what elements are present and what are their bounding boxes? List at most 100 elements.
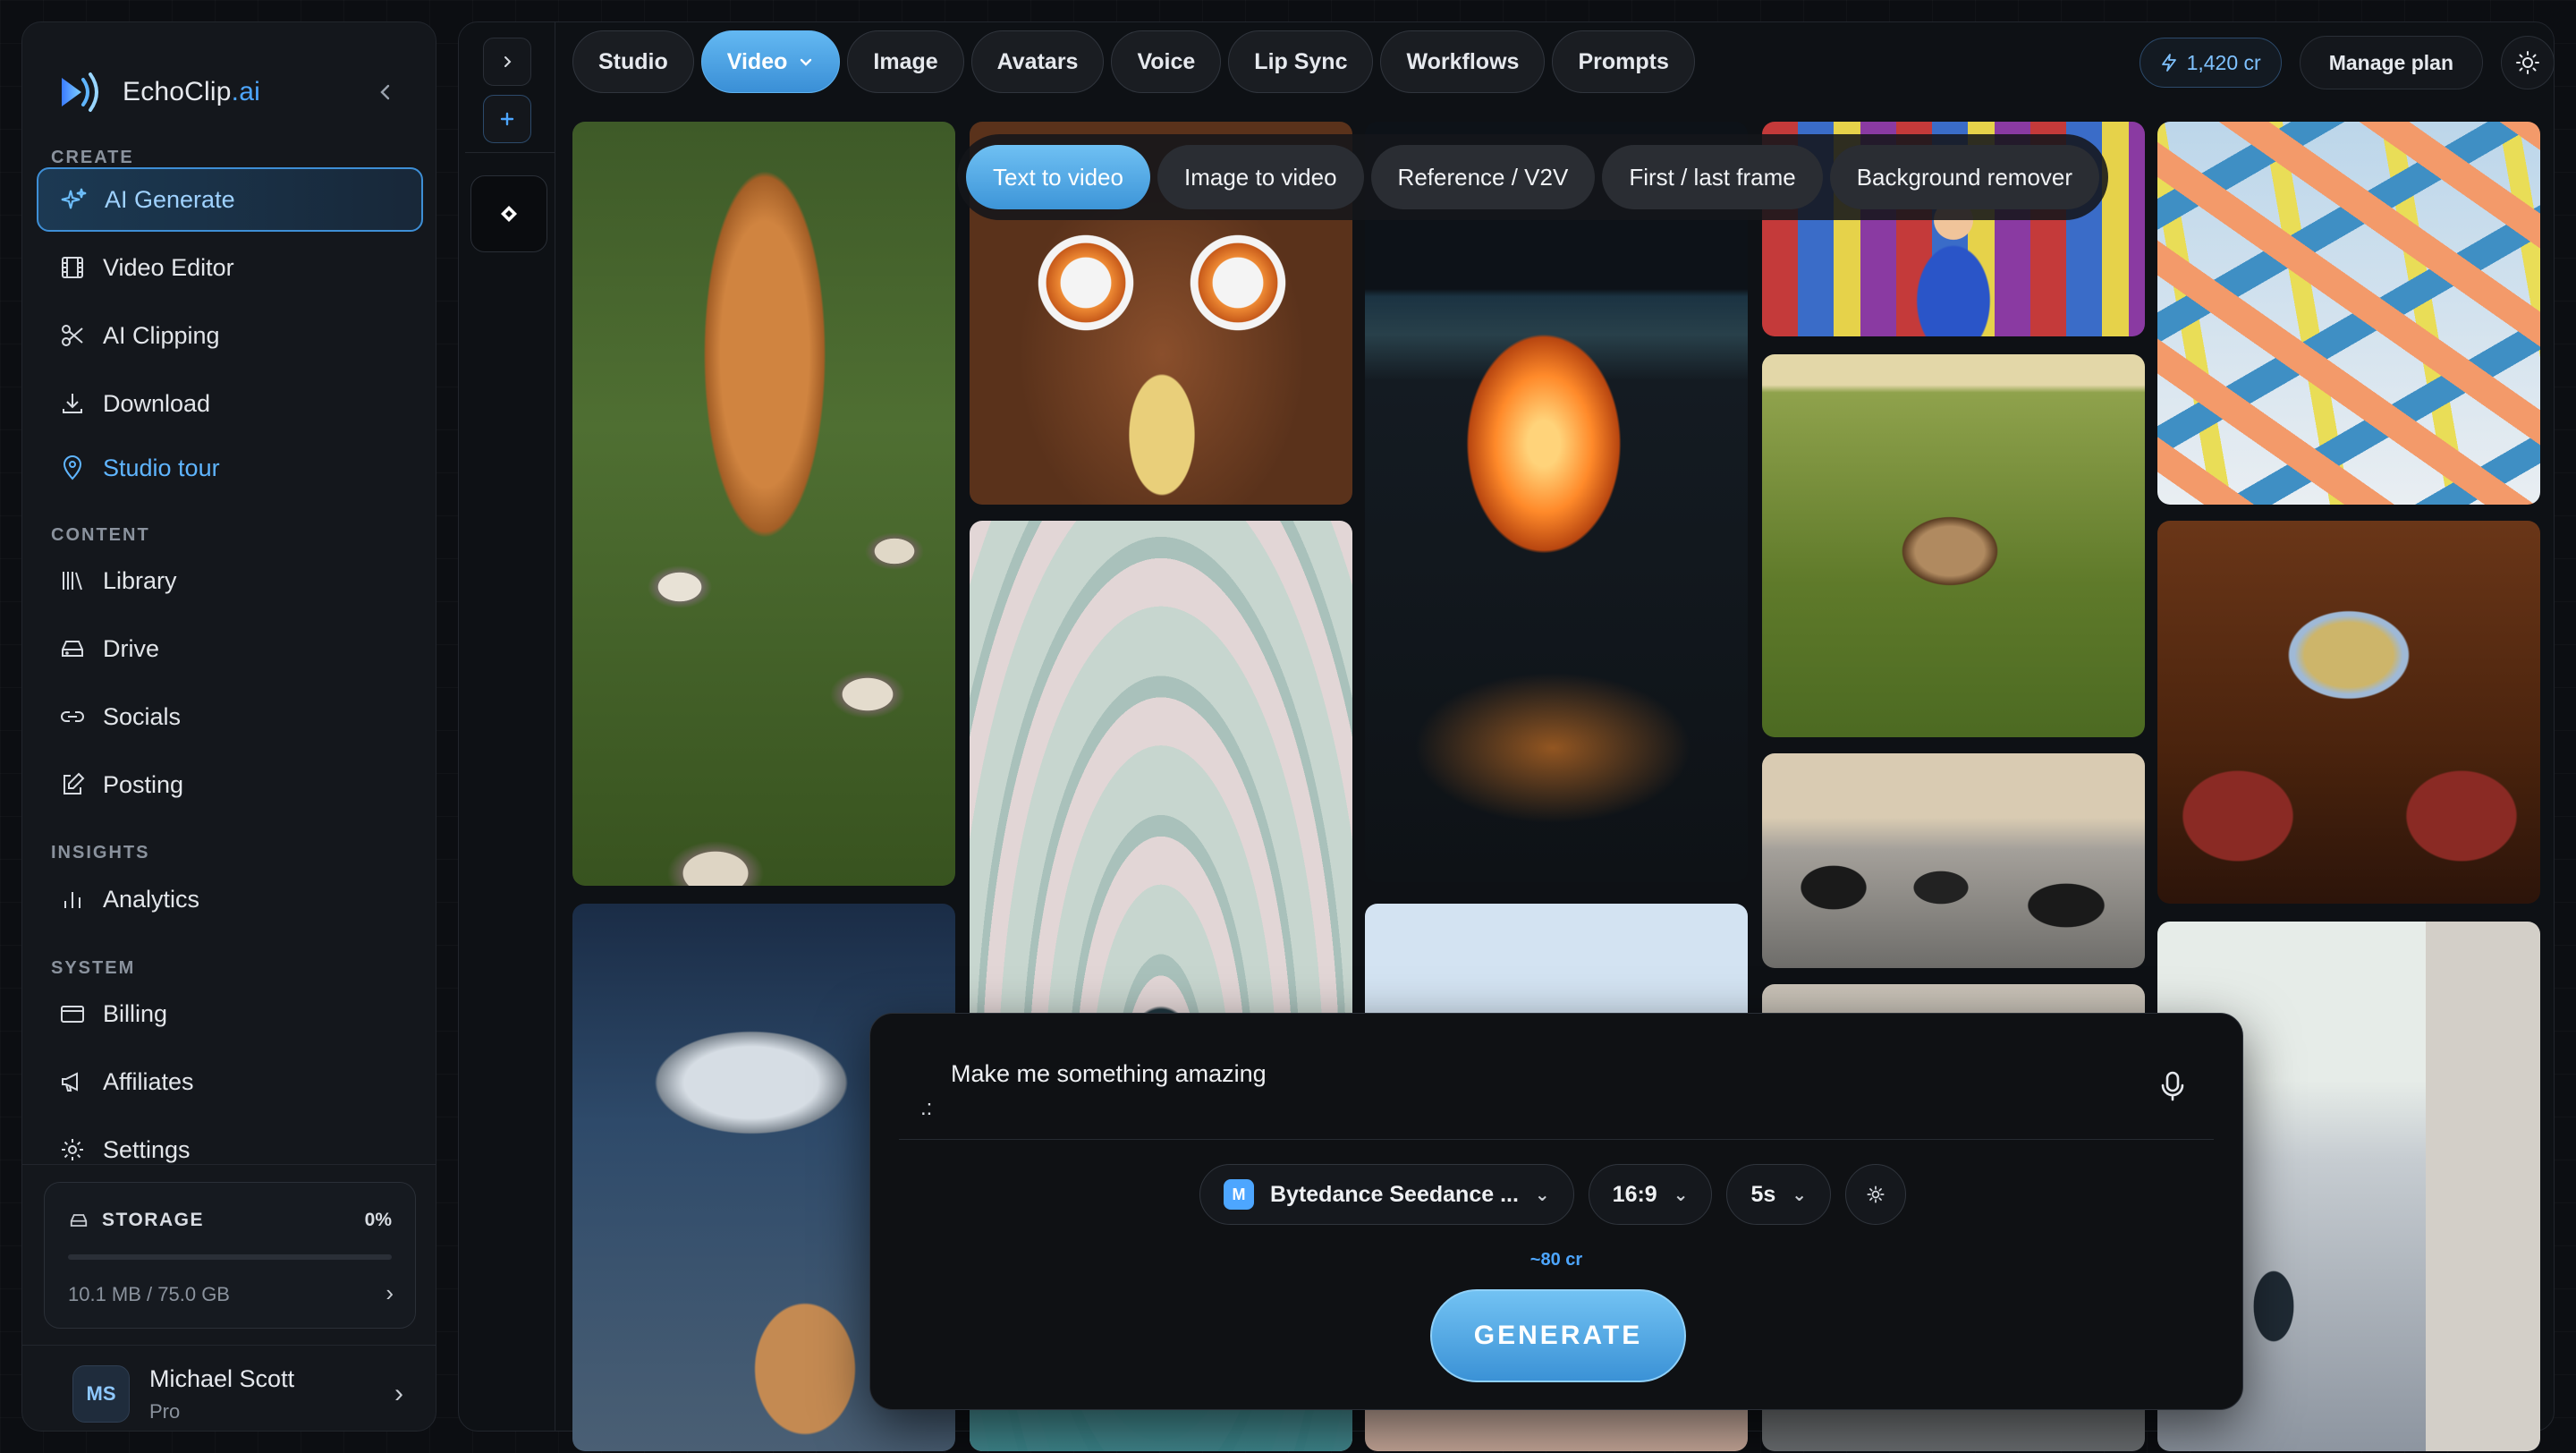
tab-avatars[interactable]: Avatars xyxy=(970,30,1105,93)
sidebar-item-billing[interactable]: Billing xyxy=(37,981,423,1046)
model-badge: M xyxy=(1224,1179,1254,1210)
sidebar-item-download[interactable]: Download xyxy=(37,371,423,436)
avatar: MS xyxy=(72,1365,130,1423)
bar-chart-icon xyxy=(64,892,80,908)
aspect-ratio-value: 16:9 xyxy=(1612,1181,1657,1207)
sidebar-item-label: Analytics xyxy=(103,885,200,913)
advanced-settings-button[interactable] xyxy=(1845,1164,1907,1225)
mode-text-to-video[interactable]: Text to video xyxy=(966,145,1150,209)
sidebar-item-library[interactable]: Library xyxy=(37,548,423,613)
sidebar-item-video-editor[interactable]: Video Editor xyxy=(37,235,423,300)
credits-badge[interactable]: 1,420 cr xyxy=(2139,38,2282,88)
credit-card-icon xyxy=(61,1006,84,1023)
sidebar-item-label: Video Editor xyxy=(103,253,234,281)
section-content: CONTENT xyxy=(51,525,150,545)
sidebar-item-socials[interactable]: Socials xyxy=(37,684,423,749)
tab-workflows[interactable]: Workflows xyxy=(1380,30,1546,93)
sidebar-item-studio-tour[interactable]: Studio tour xyxy=(37,436,423,500)
theme-toggle-button[interactable] xyxy=(2501,36,2555,89)
tab-label: Studio xyxy=(598,48,668,74)
chevron-down-icon: ⌄ xyxy=(1534,1185,1550,1205)
map-pin-icon xyxy=(63,455,82,480)
user-meta: Michael Scott Pro xyxy=(149,1365,294,1423)
divider xyxy=(22,1345,436,1346)
tab-label: Avatars xyxy=(996,48,1079,74)
generation-options: M Bytedance Seedance ... ⌄ 16:9 ⌄ 5s ⌄ xyxy=(1199,1164,1907,1225)
sidebar-item-affiliates[interactable]: Affiliates xyxy=(37,1049,423,1114)
sidebar-item-analytics[interactable]: Analytics xyxy=(37,867,423,931)
gallery-tile[interactable] xyxy=(572,122,955,886)
sidebar-item-label: Billing xyxy=(103,999,168,1027)
tab-prompts[interactable]: Prompts xyxy=(1552,30,1695,93)
prompt-panel: .: M Bytedance Seedance ... ⌄ 16:9 ⌄ 5s … xyxy=(869,1013,2243,1410)
tab-studio[interactable]: Studio xyxy=(572,30,694,93)
gallery-tile[interactable] xyxy=(2157,521,2540,904)
generation-cost: ~80 cr xyxy=(1530,1250,1583,1270)
gallery-tile[interactable] xyxy=(2157,122,2540,505)
storage-percent: 0% xyxy=(364,1210,392,1230)
tab-video[interactable]: Video xyxy=(700,30,841,93)
microphone-icon[interactable] xyxy=(2155,1067,2190,1103)
plus-icon xyxy=(500,112,514,126)
mode-first-last-frame[interactable]: First / last frame xyxy=(1602,145,1823,209)
tab-voice[interactable]: Voice xyxy=(1111,30,1222,93)
tab-label: Video xyxy=(726,48,788,74)
video-mode-tabs: Text to video Image to video Reference /… xyxy=(957,134,2109,220)
hard-drive-icon xyxy=(70,1214,88,1227)
new-project-button[interactable] xyxy=(483,95,531,143)
expand-panel-button[interactable] xyxy=(483,38,531,86)
rail-separator xyxy=(465,152,555,153)
user-plan: Pro xyxy=(149,1399,181,1423)
storage-card[interactable]: STORAGE 0% 10.1 MB / 75.0 GB › xyxy=(44,1182,416,1329)
storage-used: 10.1 MB / 75.0 GB xyxy=(68,1283,230,1305)
generate-button[interactable]: GENERATE xyxy=(1430,1289,1686,1382)
sidebar-item-label: Socials xyxy=(103,702,182,730)
resize-handle-icon[interactable]: .: xyxy=(920,1096,932,1121)
sidebar-item-drive[interactable]: Drive xyxy=(37,616,423,681)
mode-background-remover[interactable]: Background remover xyxy=(1829,145,2100,209)
model-select[interactable]: M Bytedance Seedance ... ⌄ xyxy=(1199,1164,1574,1225)
sidebar-item-ai-clipping[interactable]: AI Clipping xyxy=(37,303,423,368)
megaphone-icon xyxy=(62,1072,78,1092)
chevron-down-icon: ⌄ xyxy=(1673,1185,1689,1205)
gallery-tile[interactable] xyxy=(1365,122,1748,882)
mode-reference-v2v[interactable]: Reference / V2V xyxy=(1370,145,1596,209)
mode-image-to-video[interactable]: Image to video xyxy=(1157,145,1364,209)
sidebar-item-label: Posting xyxy=(103,770,184,798)
sidebar-item-posting[interactable]: Posting xyxy=(37,752,423,817)
sidebar-item-settings[interactable]: Settings xyxy=(37,1117,423,1182)
sparkles-icon xyxy=(61,188,87,209)
collapse-sidebar-icon[interactable] xyxy=(368,74,403,110)
aspect-ratio-select[interactable]: 16:9 ⌄ xyxy=(1588,1164,1713,1225)
gallery-tile[interactable] xyxy=(1762,753,2145,968)
tab-image[interactable]: Image xyxy=(847,30,964,93)
brand[interactable]: EchoClip.ai xyxy=(55,65,260,119)
library-icon xyxy=(63,572,82,591)
settings-sun-icon xyxy=(1867,1185,1885,1203)
gallery-tile[interactable] xyxy=(1762,354,2145,737)
link-icon xyxy=(61,711,84,722)
echoclip-logo-icon xyxy=(62,72,98,112)
user-name: Michael Scott xyxy=(149,1364,295,1392)
film-icon xyxy=(62,257,83,278)
chevron-right-icon[interactable]: › xyxy=(386,1279,394,1307)
sidebar-item-label: Library xyxy=(103,566,177,594)
workspace-button[interactable] xyxy=(470,175,547,252)
manage-plan-button[interactable]: Manage plan xyxy=(2299,36,2483,89)
section-system: SYSTEM xyxy=(51,958,136,978)
user-profile[interactable]: MS Michael Scott Pro › xyxy=(44,1354,423,1434)
storage-progress-bar xyxy=(68,1254,392,1260)
chevron-down-icon: ⌄ xyxy=(1792,1185,1808,1205)
edit-square-icon xyxy=(64,772,85,794)
tab-lip-sync[interactable]: Lip Sync xyxy=(1228,30,1374,93)
chevron-down-icon xyxy=(801,58,812,66)
scissors-icon xyxy=(62,325,83,346)
model-value: Bytedance Seedance ... xyxy=(1270,1181,1519,1207)
download-icon xyxy=(63,394,82,413)
sidebar-item-label: Affiliates xyxy=(103,1067,194,1095)
section-insights: INSIGHTS xyxy=(51,843,150,862)
sidebar-item-ai-generate[interactable]: AI Generate xyxy=(37,167,423,232)
storage-label: STORAGE xyxy=(102,1210,204,1230)
duration-select[interactable]: 5s ⌄ xyxy=(1726,1164,1832,1225)
prompt-input[interactable] xyxy=(951,1060,2024,1088)
